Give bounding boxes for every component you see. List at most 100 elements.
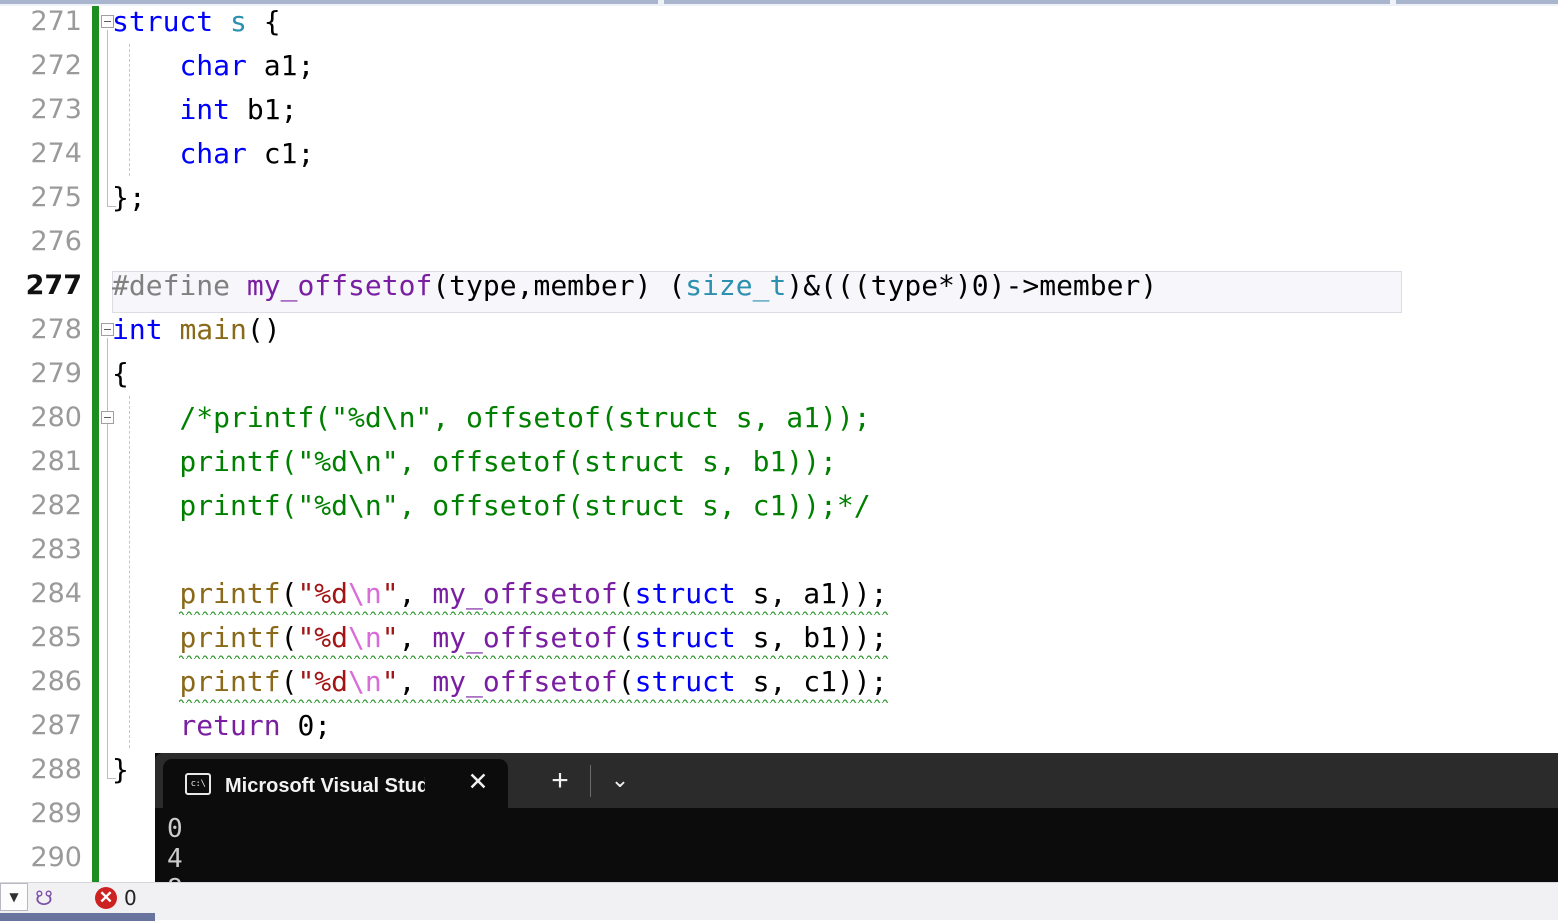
code-token: my_offsetof [432,665,618,698]
code-token: "%d [297,665,349,698]
code-token: struct [112,5,214,38]
code-token: ( [617,621,635,654]
line-number: 273 [30,94,82,125]
outlining-guide [107,338,108,778]
close-icon[interactable]: ✕ [466,770,490,795]
code-token: , [398,621,433,654]
code-line[interactable]: char c1; [112,132,314,176]
code-token: my_offsetof [246,269,433,302]
code-token: () [246,313,281,346]
code-line[interactable]: int main() [112,308,281,352]
code-token: " [381,665,399,698]
console-titlebar: c:\ Microsoft Visual Studio 调试控 ✕ + ⌄ [155,753,1558,808]
line-number: 279 [30,358,82,389]
code-token: printf("%d\n", offsetof(struct s, c1));*… [112,489,871,522]
change-tracking-bar [92,6,99,882]
code-token: struct [634,665,736,698]
navigation-dropdown-icon[interactable]: ▼ [0,883,28,911]
code-token: { [112,357,129,390]
line-number: 290 [30,842,82,873]
error-squiggle [179,654,888,659]
code-token: ( [617,665,635,698]
new-tab-icon[interactable]: + [545,766,575,797]
error-count-label: 0 [124,886,137,910]
chevron-down-icon[interactable]: ⌄ [605,766,635,796]
code-line[interactable]: } [112,748,129,792]
code-token: b1; [230,93,298,126]
console-tab[interactable]: c:\ Microsoft Visual Studio 调试控 ✕ [163,759,508,808]
code-token: s, c1)); [735,665,888,698]
code-line[interactable]: #define my_offsetof(type,member) (size_t… [112,264,1157,308]
splitter-segment-middle[interactable] [664,0,1390,4]
code-line[interactable]: char a1; [112,44,314,88]
code-token: \n [348,577,382,610]
line-number: 285 [30,622,82,653]
code-token: printf [179,621,281,654]
code-line[interactable]: printf("%d\n", offsetof(struct s, b1)); [112,440,836,484]
code-token: #define [112,269,231,302]
code-token: return [179,709,281,742]
code-token: s, a1)); [735,577,888,610]
code-line[interactable]: }; [112,176,146,220]
code-token: }; [112,181,146,214]
code-token: { [246,5,281,38]
code-token: ( [280,621,298,654]
splitter-segment-left[interactable] [0,0,658,4]
code-token: \n [348,621,382,654]
line-number: 287 [30,710,82,741]
line-number: 276 [30,226,82,257]
code-line[interactable]: int b1; [112,88,297,132]
code-token: int [112,313,163,346]
status-indicator-icon[interactable]: ☋ [32,886,56,910]
line-number: 289 [30,798,82,829]
code-token: 0; [280,709,332,742]
toolbar-separator [590,765,591,797]
console-tab-title: Microsoft Visual Studio 调试控 [225,775,425,797]
code-line[interactable]: /*printf("%d\n", offsetof(struct s, a1))… [112,396,871,440]
code-token: struct [634,577,736,610]
indent-guide [128,396,131,748]
code-token: " [381,621,399,654]
code-token: my_offsetof [432,621,618,654]
code-token: , [398,577,433,610]
code-token: char [179,49,247,82]
code-token: (type,member) ( [432,269,686,302]
code-token: , [398,665,433,698]
code-token: size_t [685,269,787,302]
code-token: c1; [246,137,315,170]
code-token: /*printf("%d\n", offsetof(struct s, a1))… [112,401,871,434]
splitter-segment-right[interactable] [1396,0,1558,4]
code-token: s, b1)); [735,621,888,654]
code-token: struct [634,621,736,654]
line-number: 280 [30,402,82,433]
error-badge-icon[interactable]: ✕ [95,887,117,909]
console-icon: c:\ [185,772,211,795]
code-text-area[interactable]: struct s { char a1; int b1; char c1;}; #d… [112,5,1558,882]
line-number: 282 [30,490,82,521]
line-number: 277 [25,270,82,301]
code-token: ( [617,577,635,610]
code-token: main [179,313,247,346]
console-output-line: 4 [167,844,183,874]
code-token: } [112,753,129,786]
line-number: 274 [30,138,82,169]
console-output-line: 0 [167,814,183,844]
code-line[interactable]: struct s { [112,0,281,44]
line-number: 281 [30,446,82,477]
code-token: printf [179,665,281,698]
code-editor[interactable]: 271 272 273 274 275 276 277 278 279 280 281 282 283 2… [0,5,1558,882]
code-token: a1; [246,49,315,82]
code-token: printf [179,577,281,610]
outlining-guide [107,30,108,206]
code-line[interactable]: { [112,352,129,396]
indent-guide [128,44,131,176]
code-line[interactable]: return 0; [112,704,331,748]
line-number: 288 [30,754,82,785]
line-number-gutter: 271 272 273 274 275 276 277 278 279 280 281 282 283 2… [0,6,92,882]
code-line[interactable]: printf("%d\n", offsetof(struct s, c1));*… [112,484,871,528]
line-number: 283 [30,534,82,565]
